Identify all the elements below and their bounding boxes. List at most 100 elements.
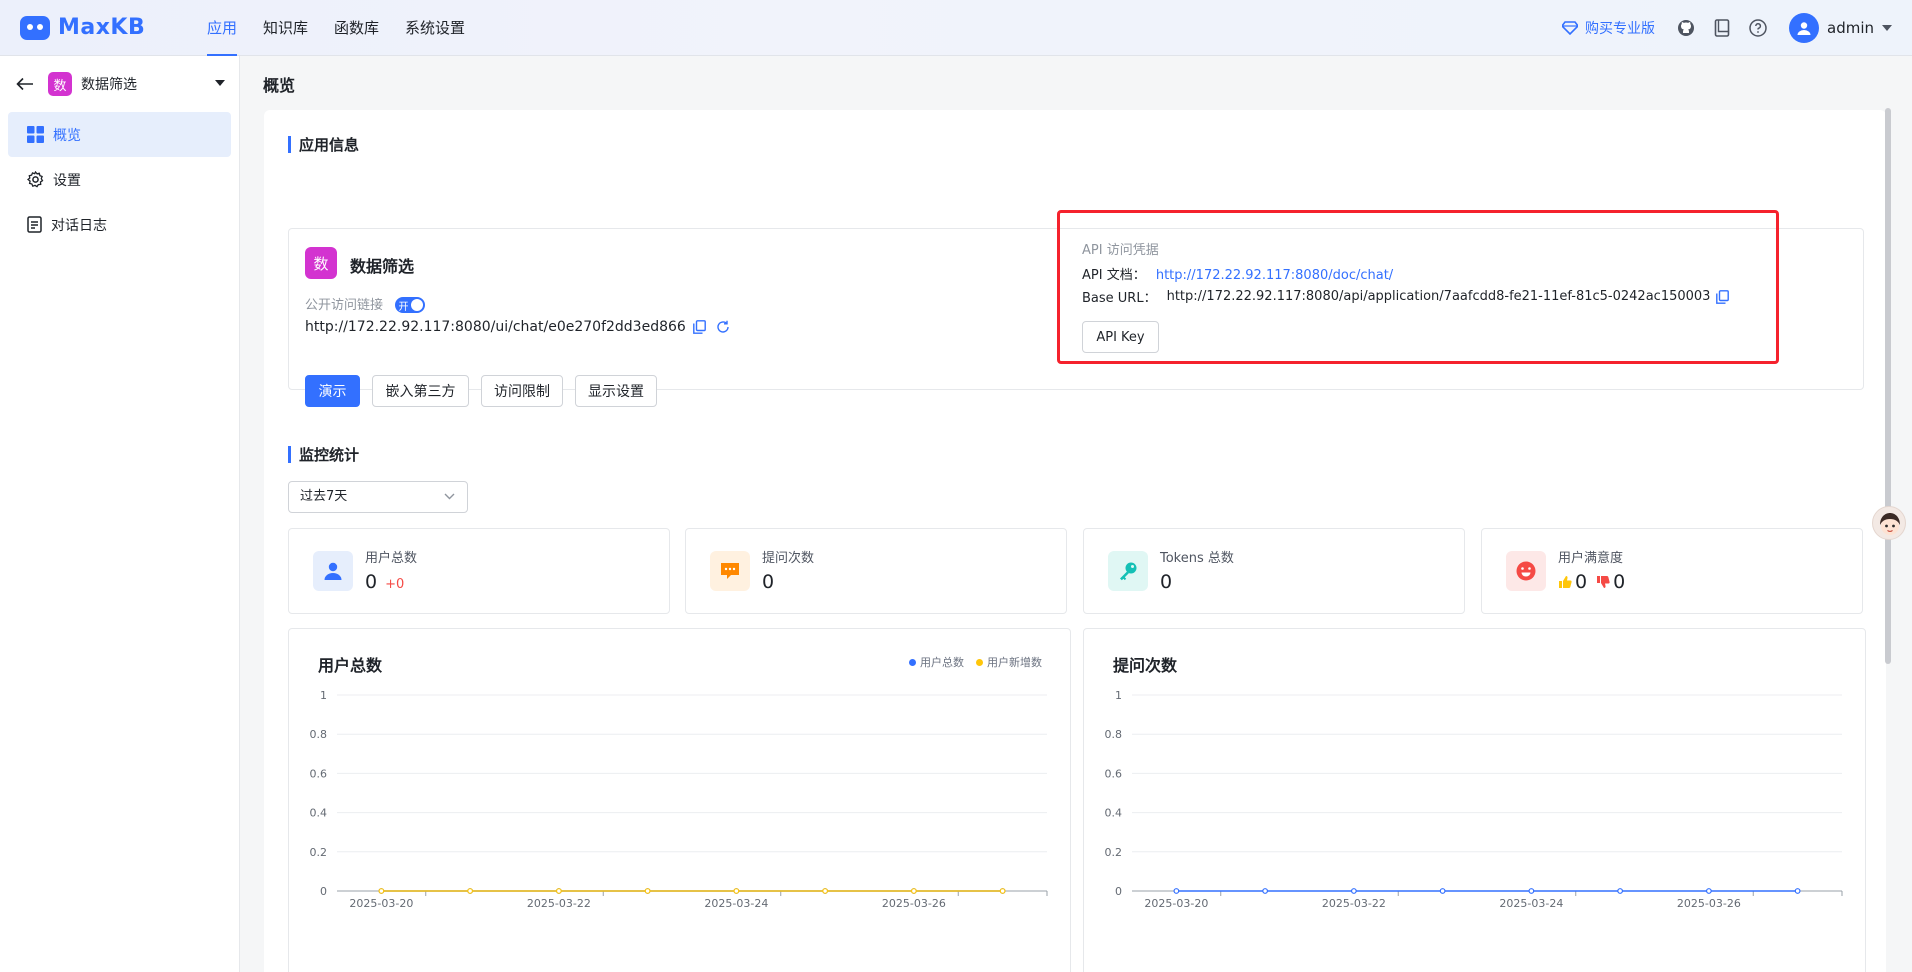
x-tick-label: 2025-03-24 <box>1499 897 1563 910</box>
nav-item-apps[interactable]: 应用 <box>207 0 238 56</box>
data-point <box>1705 888 1712 894</box>
x-tick-label: 2025-03-22 <box>527 897 591 910</box>
stat-value: 0 0 <box>1558 571 1625 593</box>
nav-item-functions[interactable]: 函数库 <box>334 0 379 56</box>
nav-item-system-settings[interactable]: 系统设置 <box>405 0 465 56</box>
data-point <box>555 888 562 894</box>
demo-button[interactable]: 演示 <box>305 375 360 407</box>
sidebar-item-label: 对话日志 <box>51 217 107 234</box>
toggle-label: 开 <box>398 301 409 313</box>
thumbs-down-icon <box>1597 576 1610 588</box>
help-icon[interactable] <box>1749 19 1767 37</box>
chart-plot: 1 0.8 0.6 0.4 0.2 0 2025-03-20 2025-03-22 2025-0… <box>310 689 1048 910</box>
github-icon[interactable] <box>1677 19 1695 37</box>
top-header: MaxKB 应用 知识库 函数库 系统设置 购买专业版 admin <box>0 0 1912 56</box>
public-url-row: http://172.22.92.117:8080/ui/chat/e0e270… <box>305 319 730 335</box>
embed-third-party-button[interactable]: 嵌入第三方 <box>372 375 469 407</box>
display-settings-button[interactable]: 显示设置 <box>575 375 657 407</box>
api-credentials-title: API 访问凭据 <box>1082 243 1159 258</box>
diamond-icon <box>1562 21 1578 35</box>
api-key-button[interactable]: API Key <box>1082 321 1159 353</box>
main-area: 概览 应用信息 数 数据筛选 公开访问链接 开 http://172.22.92… <box>240 56 1912 972</box>
thumbs-up-icon <box>1559 576 1572 588</box>
data-point <box>1262 888 1269 894</box>
data-point <box>1439 888 1446 894</box>
y-tick-label: 0.6 <box>310 767 328 780</box>
x-tick-label: 2025-03-20 <box>349 897 413 910</box>
app-name: 数据筛选 <box>350 257 415 276</box>
x-tick-label: 2025-03-26 <box>882 897 946 910</box>
back-arrow-icon[interactable] <box>16 74 36 94</box>
data-point <box>1350 888 1357 894</box>
user-name[interactable]: admin <box>1827 19 1874 37</box>
sidebar-item-chat-logs[interactable]: 对话日志 <box>8 202 231 247</box>
x-tick-label: 2025-03-24 <box>704 897 768 910</box>
app-switcher[interactable]: 数 数据筛选 <box>0 56 239 112</box>
user-icon <box>1797 22 1811 35</box>
like-count: 0 <box>1575 571 1588 593</box>
base-url-label: Base URL： <box>1082 291 1157 306</box>
y-tick-label: 0.2 <box>310 846 328 859</box>
data-point <box>910 888 917 894</box>
dropdown-caret-icon[interactable] <box>215 80 225 86</box>
time-range-value: 过去7天 <box>300 489 348 504</box>
key-icon <box>1108 551 1148 591</box>
sidebar-menu: 概览 设置 对话日志 <box>0 112 239 247</box>
data-point <box>378 888 385 894</box>
stat-label: Tokens 总数 <box>1160 551 1234 566</box>
assistant-avatar-icon[interactable] <box>1872 506 1906 540</box>
base-url-value: http://172.22.92.117:8080/api/applicatio… <box>1166 289 1711 304</box>
gear-icon <box>27 171 44 188</box>
api-doc-link[interactable]: http://172.22.92.117:8080/doc/chat/ <box>1156 268 1393 283</box>
data-point <box>999 888 1006 894</box>
stat-value: 0 +0 <box>365 571 404 593</box>
user-icon <box>313 551 353 591</box>
logo-text: MaxKB <box>58 15 146 40</box>
vertical-scrollbar[interactable] <box>1885 108 1891 664</box>
api-credentials-box: API 访问凭据 API 文档： http://172.22.92.117:80… <box>1057 210 1779 364</box>
y-tick-label: 1 <box>320 689 327 702</box>
stat-card-satisfaction: 用户满意度 0 0 <box>1481 528 1863 614</box>
copy-icon[interactable] <box>1716 289 1730 304</box>
sidebar-item-overview[interactable]: 概览 <box>8 112 231 157</box>
stat-label: 用户满意度 <box>1558 551 1624 566</box>
api-doc-row: API 文档： http://172.22.92.117:8080/doc/ch… <box>1082 264 1393 283</box>
y-tick-label: 0 <box>320 885 327 898</box>
data-point <box>644 888 651 894</box>
y-tick-label: 0.8 <box>1105 728 1123 741</box>
logo[interactable]: MaxKB <box>20 15 180 40</box>
stat-label: 用户总数 <box>365 551 418 566</box>
refresh-icon[interactable] <box>716 320 730 334</box>
chevron-down-icon <box>444 493 455 500</box>
user-avatar[interactable] <box>1789 13 1819 43</box>
public-url: http://172.22.92.117:8080/ui/chat/e0e270… <box>305 319 686 335</box>
chart-plot: 1 0.8 0.6 0.4 0.2 0 2025-03-20 2025-03-22 2025-0… <box>1105 689 1843 910</box>
public-link-label: 公开访问链接 <box>305 298 384 313</box>
y-tick-label: 0 <box>1115 885 1122 898</box>
section-title-monitor: 监控统计 <box>288 444 359 465</box>
nav-item-knowledge[interactable]: 知识库 <box>263 0 308 56</box>
time-range-select[interactable]: 过去7天 <box>288 481 468 513</box>
stat-label: 提问次数 <box>762 551 815 566</box>
caret-down-icon[interactable] <box>1882 25 1892 31</box>
y-tick-label: 1 <box>1115 689 1122 702</box>
grid-icon <box>27 126 44 143</box>
page-title: 概览 <box>263 76 296 95</box>
data-point <box>467 888 474 894</box>
robot-logo-icon <box>20 15 50 40</box>
data-point <box>1617 888 1624 894</box>
data-point <box>1528 888 1535 894</box>
sidebar-item-label: 设置 <box>53 172 81 189</box>
book-icon[interactable] <box>1713 19 1731 37</box>
chart-card-questions: 提问次数 1 0.8 0.6 0.4 0.2 0 2025-03-20 2025-03-22 2… <box>1083 628 1866 972</box>
public-link-toggle[interactable]: 开 <box>395 297 426 313</box>
buy-pro-link[interactable]: 购买专业版 <box>1562 18 1655 38</box>
sidebar-item-settings[interactable]: 设置 <box>8 157 231 202</box>
app-badge: 数 <box>305 247 337 279</box>
api-doc-label: API 文档： <box>1082 268 1146 283</box>
copy-icon[interactable] <box>692 320 706 334</box>
stat-card-users: 用户总数 0 +0 <box>288 528 670 614</box>
app-name: 数据筛选 <box>81 77 137 93</box>
public-link-row: 公开访问链接 开 <box>305 294 426 313</box>
access-limit-button[interactable]: 访问限制 <box>481 375 563 407</box>
